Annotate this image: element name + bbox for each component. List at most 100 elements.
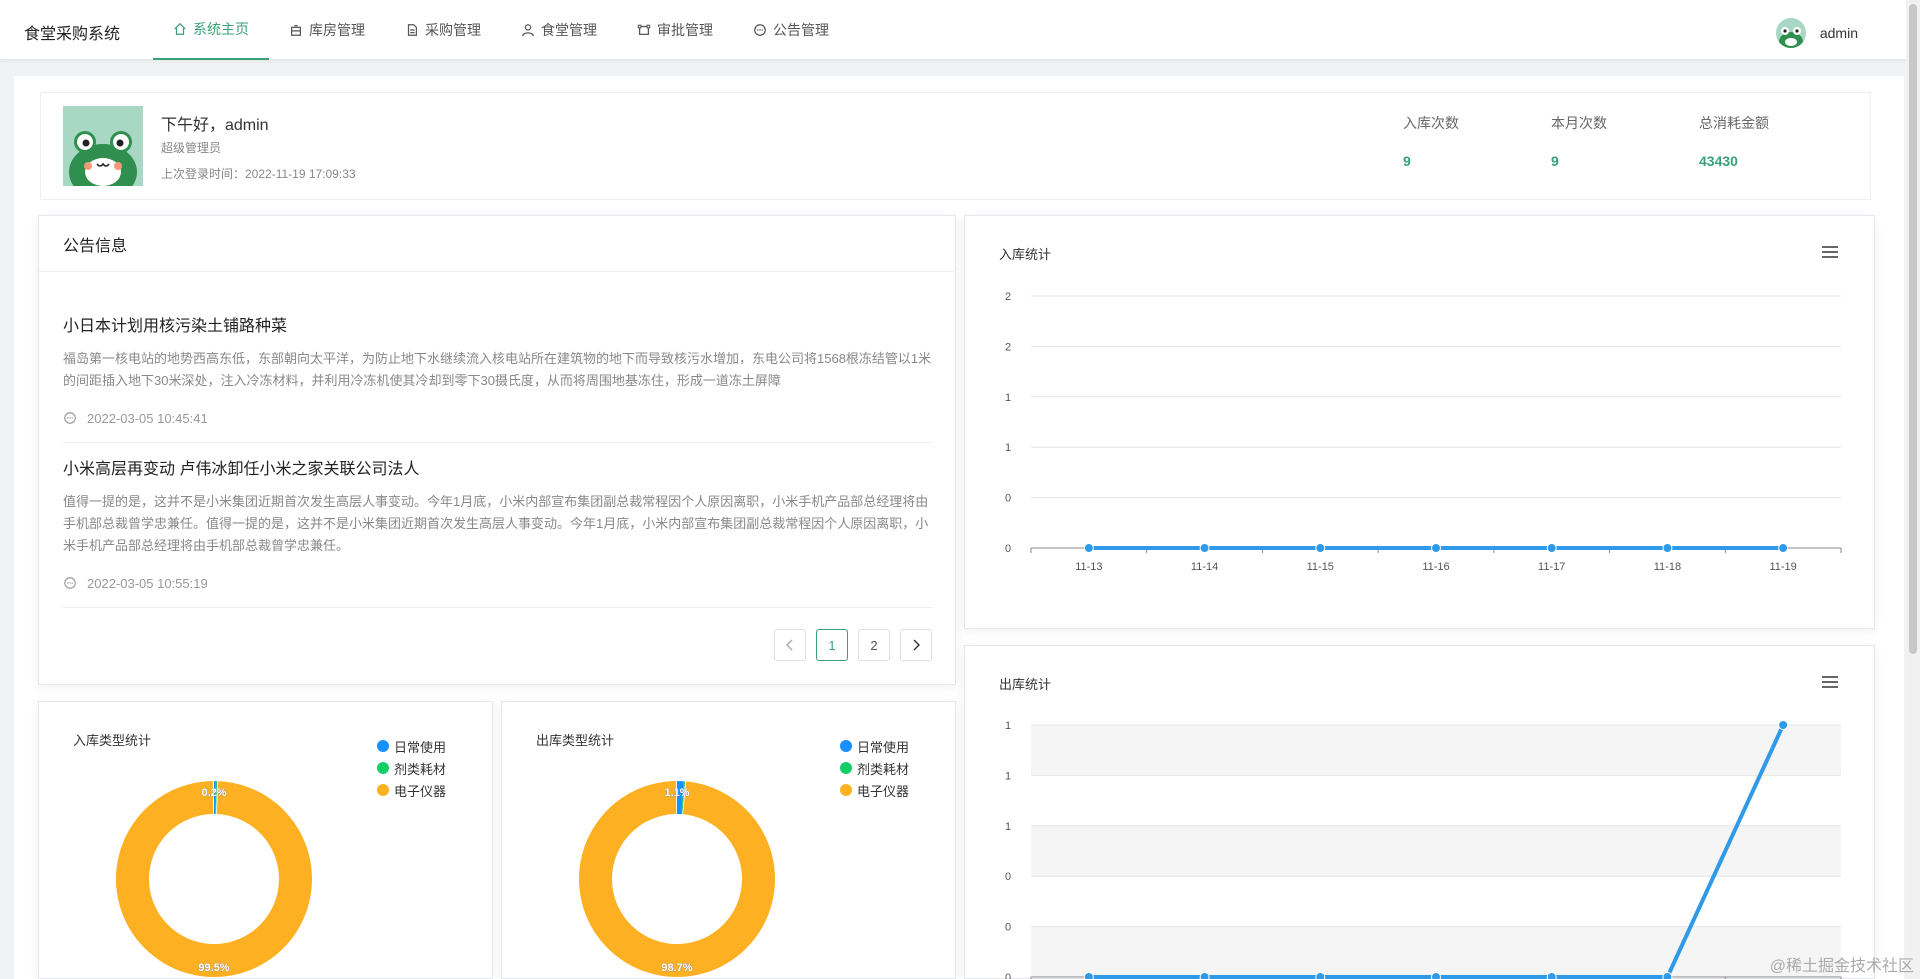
nav-item-purchase[interactable]: 采购管理 [385, 0, 501, 60]
data-point[interactable] [1083, 972, 1094, 979]
scrollbar[interactable] [1906, 0, 1920, 979]
y-tick-label: 2 [1005, 291, 1011, 303]
notice-title[interactable]: 小日本计划用核污染土铺路种菜 [63, 312, 933, 336]
y-tick-label: 0 [1005, 972, 1011, 979]
data-point[interactable] [1315, 972, 1326, 979]
x-tick-label: 11-18 [1654, 561, 1681, 573]
stat-month-count: 本月次数 9 [1551, 113, 1671, 169]
chevron-left-icon [786, 639, 793, 651]
approve-icon [637, 24, 651, 35]
profile-card: 下午好，admin 超级管理员 上次登录时间：2022-11-19 17:09:… [40, 92, 1871, 200]
prev-page-button[interactable] [774, 629, 806, 661]
list-item[interactable]: 小米高层再变动 卢伟冰卸任小米之家关联公司法人 值得一提的是，这并不是小米集团近… [63, 455, 933, 608]
slice-label: 0.2% [201, 787, 226, 799]
last-login-time: 上次登录时间：2022-11-19 17:09:33 [161, 167, 356, 181]
main-nav: 系统主页 库房管理 采购管理 食堂管理 审批管理 公告管理 [153, 0, 849, 60]
stat-value: 9 [1403, 153, 1411, 169]
nav-item-canteen[interactable]: 食堂管理 [501, 0, 617, 60]
y-tick-label: 0 [1005, 871, 1011, 883]
outbound-line-chart: 11100011-1311-1411-1511-1611-1711-1811-1… [1005, 720, 1842, 979]
slice-label: 99.5% [198, 962, 229, 974]
data-point[interactable] [1546, 972, 1557, 979]
avatar [1775, 18, 1806, 48]
data-point[interactable] [1199, 543, 1210, 553]
y-tick-label: 1 [1005, 392, 1011, 404]
inbound-type-chart-card: 入库类型统计 日常使用 剂类耗材 电子仪器 0.2% 99.5% [38, 701, 493, 979]
list-item[interactable]: 小日本计划用核污染土铺路种菜 福岛第一核电站的地势西高东低，东部朝向太平洋，为防… [63, 312, 933, 443]
chat-icon [754, 24, 766, 36]
chat-icon [64, 577, 76, 589]
y-tick-label: 0 [1005, 493, 1011, 505]
data-point[interactable] [1662, 972, 1673, 979]
stat-label: 总消耗金额 [1699, 115, 1769, 131]
notice-title[interactable]: 小米高层再变动 卢伟冰卸任小米之家关联公司法人 [63, 455, 933, 479]
x-tick-label: 11-17 [1538, 561, 1565, 573]
notice-time: 2022-03-05 10:55:19 [63, 573, 933, 593]
slice-label: 1.1% [664, 787, 689, 799]
user-role: 超级管理员 [161, 141, 222, 155]
nav-label: 审批管理 [657, 22, 713, 38]
stat-value: 43430 [1699, 153, 1738, 169]
user-icon [522, 24, 534, 37]
outbound-donut-chart: 1.1% 98.7% [579, 781, 775, 977]
y-tick-label: 2 [1005, 341, 1011, 353]
grid-band [1031, 725, 1841, 776]
page-button-2[interactable]: 2 [858, 629, 890, 661]
next-page-button[interactable] [900, 629, 932, 661]
data-point[interactable] [1778, 720, 1789, 730]
inbound-donut-chart: 0.2% 99.5% [116, 781, 313, 977]
outbound-chart-card: 出库统计 11100011-1311-1411-1511-1611-1711-1… [964, 645, 1875, 979]
watermark: @稀土掘金技术社区 [1769, 958, 1914, 975]
x-tick-label: 11-15 [1307, 561, 1334, 573]
nav-item-warehouse[interactable]: 库房管理 [269, 0, 385, 60]
user-name: admin [1819, 25, 1858, 41]
y-tick-label: 1 [1005, 442, 1011, 454]
grid-band [1031, 825, 1841, 877]
nav-label: 系统主页 [193, 21, 249, 37]
inbound-line-chart: 2 2 1 1 0 0 11-13 11-14 11-15 11-16 11-17 11-18 11-1… [1005, 291, 1842, 573]
notice-body: 值得一提的是，这并不是小米集团近期首次发生高层人事变动。今年1月底，小米内部宣布… [63, 494, 929, 553]
y-tick-label: 0 [1005, 922, 1011, 934]
notice-header: 公告信息 [39, 216, 955, 272]
grid-band [1031, 926, 1841, 977]
y-tick-label: 1 [1005, 770, 1011, 782]
scrollbar-thumb[interactable] [1909, 4, 1917, 654]
nav-label: 食堂管理 [541, 22, 597, 38]
data-point[interactable] [1778, 543, 1789, 553]
x-tick-label: 11-13 [1075, 561, 1102, 573]
x-tick-label: 11-14 [1191, 561, 1218, 573]
data-point[interactable] [1546, 543, 1557, 553]
data-point[interactable] [1431, 543, 1441, 553]
stat-value: 9 [1551, 153, 1559, 169]
home-icon [174, 22, 186, 35]
chat-icon [64, 412, 76, 424]
page-button-1[interactable]: 1 [816, 629, 848, 661]
data-point[interactable] [1315, 543, 1326, 553]
y-tick-label: 0 [1005, 543, 1011, 555]
data-point[interactable] [1431, 972, 1441, 979]
notice-timestamp: 2022-03-05 10:45:41 [87, 410, 208, 426]
slice-label: 98.7% [661, 962, 692, 974]
app-title: 食堂采购系统 [24, 26, 121, 43]
data-point[interactable] [1662, 543, 1673, 553]
user-menu[interactable]: admin [1775, 18, 1858, 48]
warehouse-icon [291, 25, 301, 36]
nav-item-notice[interactable]: 公告管理 [733, 0, 849, 60]
document-icon [407, 24, 417, 36]
stat-inbound-count: 入库次数 9 [1403, 113, 1523, 169]
top-nav: 食堂采购系统 系统主页 库房管理 采购管理 食堂管理 审批管理 公告管理 adm… [0, 0, 1920, 979]
x-tick-label: 11-19 [1769, 561, 1796, 573]
nav-item-approve[interactable]: 审批管理 [617, 0, 733, 60]
nav-label: 公告管理 [773, 22, 829, 38]
notice-body: 福岛第一核电站的地势西高东低，东部朝向太平洋，为防止地下水继续流入核电站所在建筑… [63, 351, 932, 388]
data-point[interactable] [1083, 543, 1094, 553]
stat-total-amount: 总消耗金额 43430 [1699, 113, 1819, 169]
data-point[interactable] [1199, 972, 1210, 979]
nav-label: 采购管理 [425, 22, 481, 38]
y-tick-label: 1 [1005, 821, 1011, 833]
nav-item-home[interactable]: 系统主页 [153, 0, 269, 60]
x-tick-label: 11-16 [1422, 561, 1449, 573]
outbound-type-chart-card: 出库类型统计 日常使用 剂类耗材 电子仪器 1.1% 98.7% [501, 701, 956, 979]
notice-timestamp: 2022-03-05 10:55:19 [87, 575, 208, 591]
greeting: 下午好，admin [161, 117, 269, 134]
